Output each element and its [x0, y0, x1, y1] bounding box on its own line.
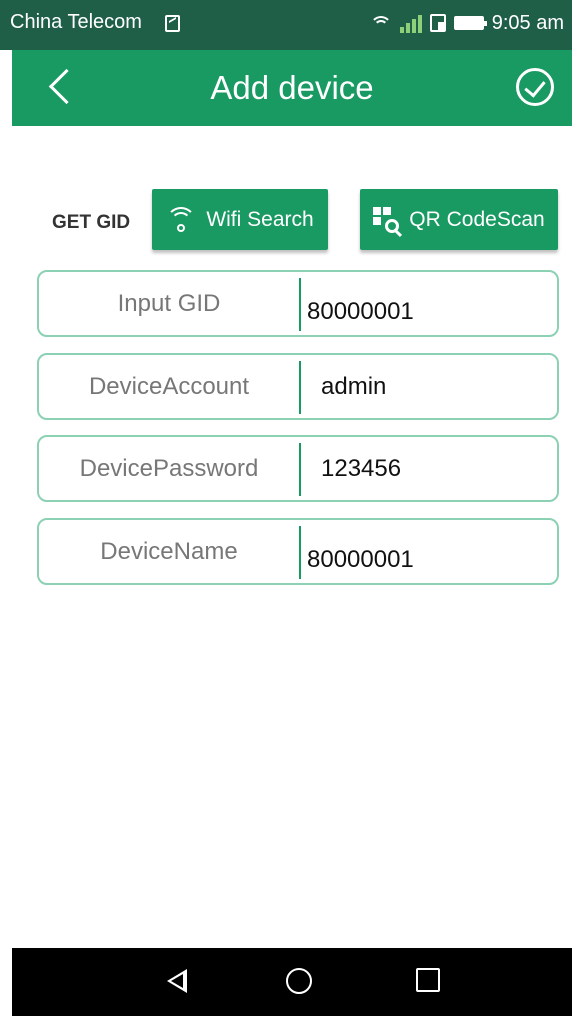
app-header: Add device [12, 50, 572, 126]
device-name-label: DeviceName [100, 537, 238, 565]
device-account-label: DeviceAccount [88, 372, 250, 400]
wifi-status-icon [369, 14, 392, 32]
device-name-field[interactable]: DeviceName 80000001 [37, 518, 559, 585]
device-password-label: DevicePassword [79, 454, 259, 482]
qr-code-scan-button[interactable]: QR CodeScan [360, 189, 558, 250]
get-gid-label: GET GID [52, 212, 131, 233]
device-name-value[interactable]: 80000001 [307, 528, 414, 591]
device-password-value[interactable]: 123456 [321, 437, 401, 500]
wifi-icon [166, 206, 197, 233]
nav-home-icon[interactable] [286, 968, 312, 994]
field-divider [299, 278, 301, 331]
nav-back-icon[interactable] [162, 966, 192, 996]
input-gid-value[interactable]: 80000001 [307, 280, 414, 343]
page-title: Add device [210, 69, 374, 106]
system-nav-bar [12, 948, 572, 1016]
status-bar: China Telecom 9:05 am [0, 0, 572, 50]
clock: 9:05 am [491, 11, 564, 34]
input-gid-field[interactable]: Input GID 80000001 [37, 270, 559, 337]
confirm-button[interactable] [516, 68, 554, 106]
sim-icon [165, 15, 180, 32]
device-account-field[interactable]: DeviceAccount admin [37, 353, 559, 420]
field-divider [299, 361, 301, 414]
wifi-search-label: Wifi Search [206, 207, 314, 231]
input-gid-label: Input GID [117, 289, 221, 317]
field-divider [299, 526, 301, 579]
carrier-name: China Telecom [10, 11, 142, 33]
qr-code-scan-label: QR CodeScan [409, 207, 545, 231]
status-icons: 9:05 am [369, 8, 564, 38]
qr-scan-icon [373, 206, 400, 233]
nav-recent-apps-icon[interactable] [416, 968, 440, 992]
device-account-value[interactable]: admin [321, 355, 386, 418]
wifi-search-button[interactable]: Wifi Search [152, 189, 328, 250]
signal-icon [399, 13, 422, 33]
battery-icon [453, 16, 487, 30]
device-password-field[interactable]: DevicePassword 123456 [37, 435, 559, 502]
phone-icon [429, 14, 446, 32]
field-divider [299, 443, 301, 496]
